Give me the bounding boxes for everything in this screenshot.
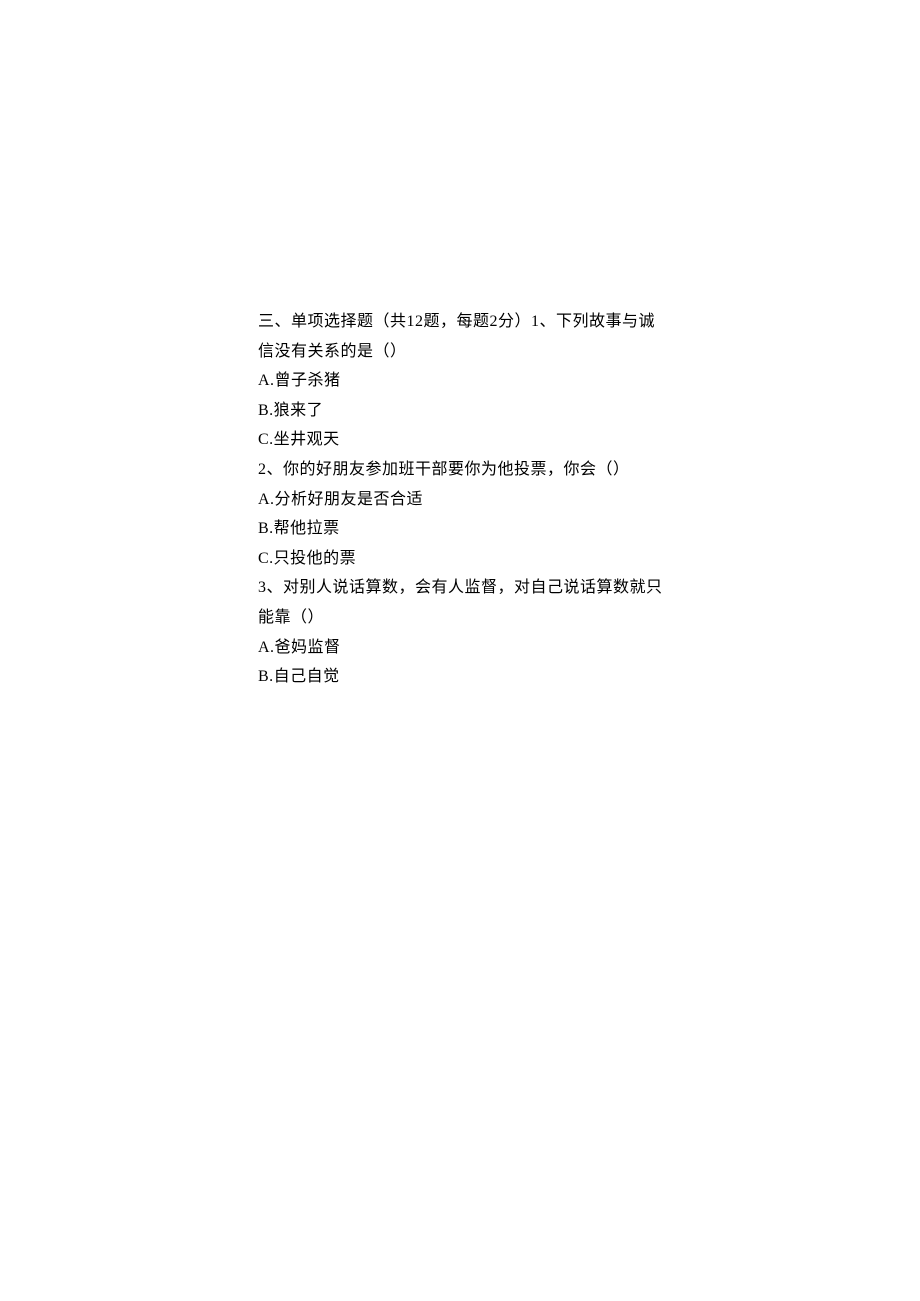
section-header: 三、单项选择题（共12题，每题2分）1、下列故事与诚信没有关系的是（） — [258, 307, 670, 366]
q1-option-b: B.狼来了 — [258, 396, 670, 426]
q2-option-c: C.只投他的票 — [258, 544, 670, 574]
q3-option-b: B.自己自觉 — [258, 662, 670, 692]
q3-option-a: A.爸妈监督 — [258, 633, 670, 663]
q2-option-a: A.分析好朋友是否合适 — [258, 485, 670, 515]
q1-option-c: C.坐井观天 — [258, 425, 670, 455]
q2-stem: 2、你的好朋友参加班干部要你为他投票，你会（） — [258, 455, 670, 485]
q1-option-a: A.曾子杀猪 — [258, 366, 670, 396]
q2-option-b: B.帮他拉票 — [258, 514, 670, 544]
document-content: 三、单项选择题（共12题，每题2分）1、下列故事与诚信没有关系的是（） A.曾子… — [0, 0, 920, 692]
q3-stem: 3、对别人说话算数，会有人监督，对自己说话算数就只能靠（） — [258, 573, 670, 632]
